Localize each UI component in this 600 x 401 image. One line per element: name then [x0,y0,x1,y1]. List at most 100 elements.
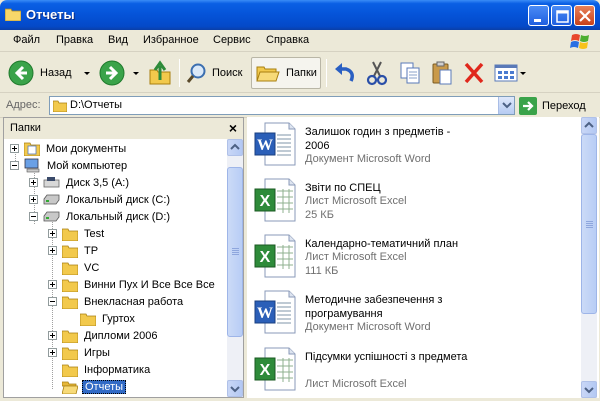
chevron-down-icon [230,386,240,393]
file-name: Залишок годин з предметів - 2006 [305,126,451,152]
scroll-up-button[interactable] [581,117,597,134]
expand-icon[interactable] [29,178,38,187]
title-bar[interactable]: Отчеты [0,0,600,30]
collapse-icon[interactable] [29,212,38,221]
tree-item-label: Гуртох [102,312,135,325]
tree-item-folder[interactable]: Внекласная работа [48,293,185,310]
minimize-button[interactable] [528,5,549,26]
file-item[interactable]: W Методичне забезпечення з програмування… [253,287,573,341]
tree-item-folder[interactable]: Test [48,225,106,242]
forward-dropdown-icon[interactable] [133,71,139,75]
collapse-icon[interactable] [10,161,19,170]
scroll-down-button[interactable] [581,381,597,398]
expand-icon[interactable] [48,246,57,255]
tree-item-selected-folder[interactable]: Отчеты [48,378,127,395]
tree-item-folder[interactable]: Інформатика [48,361,152,378]
close-button[interactable] [574,5,595,26]
undo-icon [335,63,354,82]
up-folder-button[interactable] [148,57,172,89]
file-name: Календарно-тематичний план [305,238,459,250]
minimize-icon [534,19,541,22]
file-item[interactable]: X Підсумки успішності з предмета Лист Mi… [253,344,573,398]
svg-text:X: X [260,362,271,379]
go-label: Переход [542,100,586,112]
menu-tools[interactable]: Сервис [213,34,251,46]
tree-item-label: Винни Пух И Все Все Все [84,278,215,291]
address-bar: Адрес: D:\Отчеты Переход [0,94,600,118]
address-dropdown-button[interactable] [498,97,514,114]
copy-button[interactable] [398,57,422,89]
open-folder-icon [62,381,78,394]
menu-file[interactable]: Файл [13,34,40,46]
file-item[interactable]: W Залишок годин з предметів - 2006 Докум… [253,119,573,173]
close-pane-icon[interactable]: × [229,120,237,136]
tree-item-folder[interactable]: TP [48,242,100,259]
expand-icon[interactable] [48,280,57,289]
expand-icon[interactable] [29,195,38,204]
folder-tree: Мои документы Мой компьютер Диск 3,5 (A:… [4,139,227,397]
collapse-icon[interactable] [48,297,57,306]
tree-item-drive-a[interactable]: Диск 3,5 (A:) [29,174,131,191]
cut-button[interactable] [365,57,389,89]
chevron-up-icon [230,143,240,150]
undo-button[interactable] [332,57,358,89]
up-folder-icon [149,60,171,85]
folder-icon [62,296,78,309]
tree-item-label: Отчеты [82,379,127,394]
tree-item-my-computer[interactable]: Мой компьютер [10,157,129,174]
tree-item-folder[interactable]: Винни Пух И Все Все Все [48,276,217,293]
file-name: Підсумки успішності з предмета [305,351,468,363]
tree-item-drive-d[interactable]: Локальный диск (D:) [29,208,172,225]
back-label: Назад [40,67,72,79]
menu-view[interactable]: Вид [108,34,128,46]
go-arrow-icon [519,97,537,115]
folders-label: Папки [286,67,317,79]
tree-item-folder[interactable]: Гуртох [66,310,137,327]
scroll-up-button[interactable] [227,139,243,156]
tree-item-drive-c[interactable]: Локальный диск (C:) [29,191,172,208]
expand-icon[interactable] [48,348,57,357]
excel-sheet-icon: X [254,178,296,222]
search-button[interactable]: Поиск [186,57,242,89]
views-dropdown-icon[interactable] [520,71,526,75]
tree-item-folder[interactable]: Игры [48,344,112,361]
hard-drive-icon [43,194,60,205]
go-button[interactable]: Переход [519,96,599,116]
maximize-button[interactable] [551,5,572,26]
expand-icon[interactable] [48,229,57,238]
back-button[interactable]: Назад [8,57,90,89]
forward-button[interactable] [99,57,139,89]
folder-icon [62,262,78,275]
toolbar-separator [179,59,180,87]
folders-button[interactable]: Папки [251,57,321,89]
tree-item-label: Test [84,227,105,240]
back-dropdown-icon[interactable] [83,71,90,75]
file-type: Лист Microsoft Excel [305,378,407,390]
file-item[interactable]: X Звіти по СПЕЦ Лист Microsoft Excel 25 … [253,175,573,229]
file-list-scrollbar[interactable] [581,117,597,398]
tree-item-folder[interactable]: Дипломи 2006 [48,327,159,344]
scroll-thumb[interactable] [227,167,243,337]
tree-item-label: Локальный диск (D:) [66,210,171,223]
expand-icon[interactable] [10,144,19,153]
file-item[interactable]: X Календарно-тематичний план Лист Micros… [253,231,573,285]
tree-item-label: Мой компьютер [47,159,128,172]
chevron-up-icon [584,121,594,128]
views-button[interactable] [494,57,526,89]
svg-text:X: X [260,193,271,210]
tree-item-my-documents[interactable]: Мои документы [10,140,128,157]
menu-help[interactable]: Справка [266,34,309,46]
scroll-down-button[interactable] [227,380,243,397]
scroll-thumb[interactable] [581,134,597,314]
tree-item-folder[interactable]: VC [48,259,101,276]
folder-tree-scrollbar[interactable] [227,139,243,397]
expand-icon[interactable] [48,331,57,340]
menu-favorites[interactable]: Избранное [143,34,199,46]
svg-text:X: X [260,249,271,266]
address-input[interactable]: D:\Отчеты [49,96,515,115]
delete-button[interactable] [462,57,486,89]
folders-pane-title: Папки [10,122,41,134]
paste-button[interactable] [430,57,454,89]
menu-edit[interactable]: Правка [56,34,93,46]
tree-item-label: Інформатика [84,363,151,376]
